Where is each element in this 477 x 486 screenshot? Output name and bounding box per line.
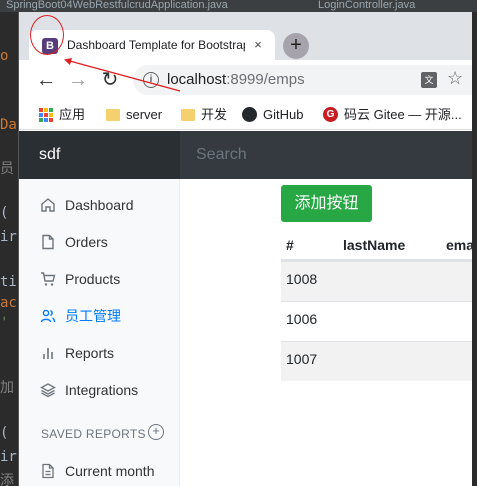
- browser-window: B Dashboard Template for Bootstrap × + ←…: [18, 12, 472, 486]
- ide-code-fragment: ir: [0, 449, 17, 465]
- sidebar-item-products[interactable]: Products: [19, 264, 180, 294]
- back-button[interactable]: ←: [34, 68, 58, 92]
- bar-chart-icon: [40, 345, 56, 361]
- ide-code-fragment: ti: [0, 274, 17, 290]
- bookmark-apps[interactable]: 应用: [39, 107, 85, 123]
- sidebar-item-label: 员工管理: [65, 308, 121, 324]
- sidebar-item-label: Reports: [65, 345, 115, 361]
- bookmark-server[interactable]: server: [106, 107, 162, 123]
- cart-icon: [40, 271, 56, 287]
- add-report-icon[interactable]: +: [148, 424, 164, 440]
- ide-code-fragment: ac: [0, 295, 17, 311]
- navbar-brand[interactable]: sdf: [19, 131, 180, 179]
- bookmark-label: 应用: [59, 107, 86, 122]
- ide-code-fragment: ': [0, 315, 9, 331]
- bookmark-gitee[interactable]: G 码云 Gitee — 开源...: [323, 107, 462, 123]
- reload-button[interactable]: ↻: [98, 68, 122, 92]
- bookmark-label: GitHub: [263, 107, 304, 122]
- users-icon: [40, 308, 56, 324]
- bookmark-label: 开发: [201, 107, 228, 122]
- annotation-circle: [30, 15, 64, 55]
- top-navbar: sdf Search: [19, 131, 472, 179]
- gitee-icon: G: [323, 107, 338, 122]
- file-text-icon: [40, 463, 56, 479]
- screenshot: SpringBoot04WebRestfulcrudApplication.ja…: [0, 0, 477, 486]
- url-host: localhost: [167, 71, 227, 88]
- bookmark-label: 码云 Gitee — 开源...: [344, 107, 462, 122]
- url-text[interactable]: localhost:8999/emps: [167, 71, 305, 88]
- column-header-lastname: lastName: [343, 237, 406, 253]
- ide-code-fragment: o: [0, 48, 9, 64]
- close-tab-icon[interactable]: ×: [249, 36, 267, 54]
- table-row[interactable]: 1006: [281, 301, 472, 341]
- tab-title: Dashboard Template for Bootstrap: [67, 38, 245, 52]
- ide-code-fragment: 加: [0, 380, 14, 396]
- table-row[interactable]: 1007: [281, 341, 472, 381]
- url-path: :8999/emps: [226, 71, 305, 88]
- sidebar-item-label: Dashboard: [65, 197, 134, 213]
- github-icon: [242, 107, 257, 122]
- address-bar[interactable]: i localhost:8999/emps 文 ☆: [133, 65, 472, 95]
- bookmark-star-icon[interactable]: ☆: [447, 68, 463, 89]
- browser-toolbar: ← → ↻ i localhost:8999/emps 文 ☆: [19, 60, 472, 100]
- ide-code-fragment: (: [0, 205, 9, 221]
- ide-tab-application[interactable]: SpringBoot04WebRestfulcrudApplication.ja…: [0, 0, 300, 12]
- ide-code-fragment: 员: [0, 161, 14, 177]
- bookmark-label: server: [126, 107, 163, 122]
- bookmark-dev[interactable]: 开发: [181, 107, 227, 123]
- forward-button[interactable]: →: [66, 68, 90, 92]
- cell-id: 1006: [286, 311, 318, 327]
- saved-report-current-month[interactable]: Current month: [19, 456, 180, 486]
- ide-code-fragment: ir: [0, 229, 17, 245]
- cell-id: 1007: [286, 351, 318, 367]
- ide-tab-login-controller[interactable]: LoginController.java: [312, 0, 472, 12]
- search-input[interactable]: Search: [180, 131, 472, 179]
- sidebar: Dashboard Orders Products 员工管理 Reports I…: [19, 179, 180, 486]
- column-header-id: #: [286, 237, 294, 253]
- sidebar-item-dashboard[interactable]: Dashboard: [19, 190, 180, 220]
- saved-reports-heading: SAVED REPORTS: [41, 427, 146, 441]
- ide-code-fragment: Da: [0, 117, 17, 133]
- column-header-email: email: [446, 237, 472, 253]
- sidebar-item-label: Integrations: [65, 382, 139, 398]
- layers-icon: [40, 382, 56, 398]
- new-tab-button[interactable]: +: [283, 33, 309, 59]
- sidebar-item-orders[interactable]: Orders: [19, 227, 180, 257]
- folder-icon: [106, 109, 120, 121]
- sidebar-item-label: Orders: [65, 234, 108, 250]
- add-employee-button[interactable]: 添加按钮: [281, 185, 372, 222]
- ide-code-fragment: (: [0, 425, 9, 441]
- apps-icon: [39, 108, 53, 122]
- sidebar-item-label: Current month: [65, 463, 155, 479]
- sidebar-item-integrations[interactable]: Integrations: [19, 375, 180, 405]
- ide-editor-edge: o Da 员 ( ir ti ac ' 加 ( ir 添: [0, 12, 18, 486]
- folder-icon: [181, 109, 195, 121]
- main-content: 添加按钮 # lastName email 1008 1006 1007: [181, 179, 472, 486]
- sidebar-item-employees[interactable]: 员工管理: [19, 301, 180, 331]
- browser-tab[interactable]: B Dashboard Template for Bootstrap ×: [29, 30, 275, 60]
- web-page: sdf Search Dashboard Orders Products 员工管…: [19, 131, 472, 486]
- bookmark-github[interactable]: GitHub: [242, 107, 303, 123]
- table-row[interactable]: 1008: [281, 261, 472, 301]
- tab-strip: B Dashboard Template for Bootstrap × +: [19, 12, 472, 60]
- translate-icon[interactable]: 文: [421, 72, 437, 88]
- ide-code-fragment: 添: [0, 473, 14, 486]
- home-icon: [40, 197, 56, 213]
- file-icon: [40, 234, 56, 250]
- table-header: # lastName email: [281, 229, 472, 261]
- cell-id: 1008: [286, 271, 318, 287]
- sidebar-item-reports[interactable]: Reports: [19, 338, 180, 368]
- ide-tab-bar: SpringBoot04WebRestfulcrudApplication.ja…: [0, 0, 477, 12]
- site-info-icon[interactable]: i: [143, 72, 159, 88]
- bookmarks-bar: 应用 server 开发 GitHub G 码云 Gitee — 开源...: [19, 100, 472, 130]
- sidebar-item-label: Products: [65, 271, 121, 287]
- ide-right-edge: [472, 12, 477, 486]
